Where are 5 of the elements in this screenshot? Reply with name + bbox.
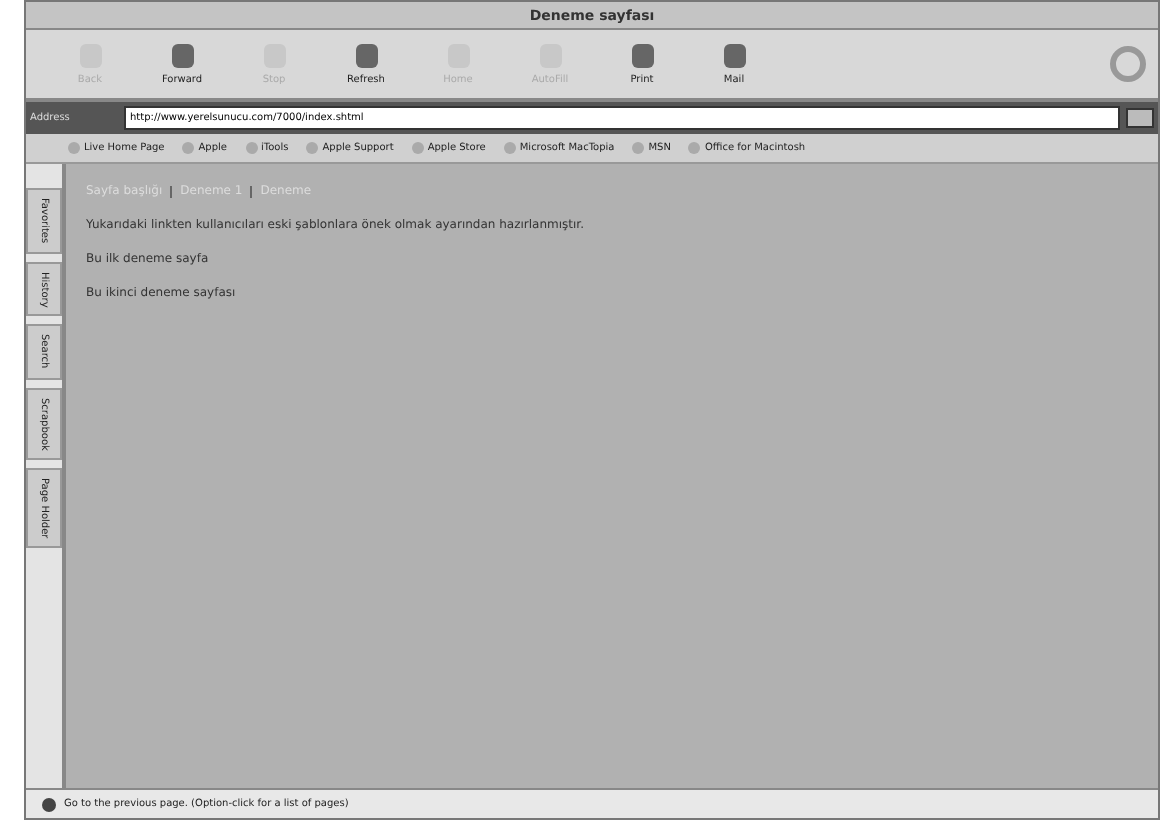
toolbar-icon bbox=[723, 43, 745, 67]
toolbar-icon bbox=[631, 43, 653, 67]
toolbar-icon bbox=[355, 43, 377, 67]
toolbar-icon bbox=[171, 43, 193, 67]
go-button[interactable] bbox=[1126, 108, 1154, 128]
